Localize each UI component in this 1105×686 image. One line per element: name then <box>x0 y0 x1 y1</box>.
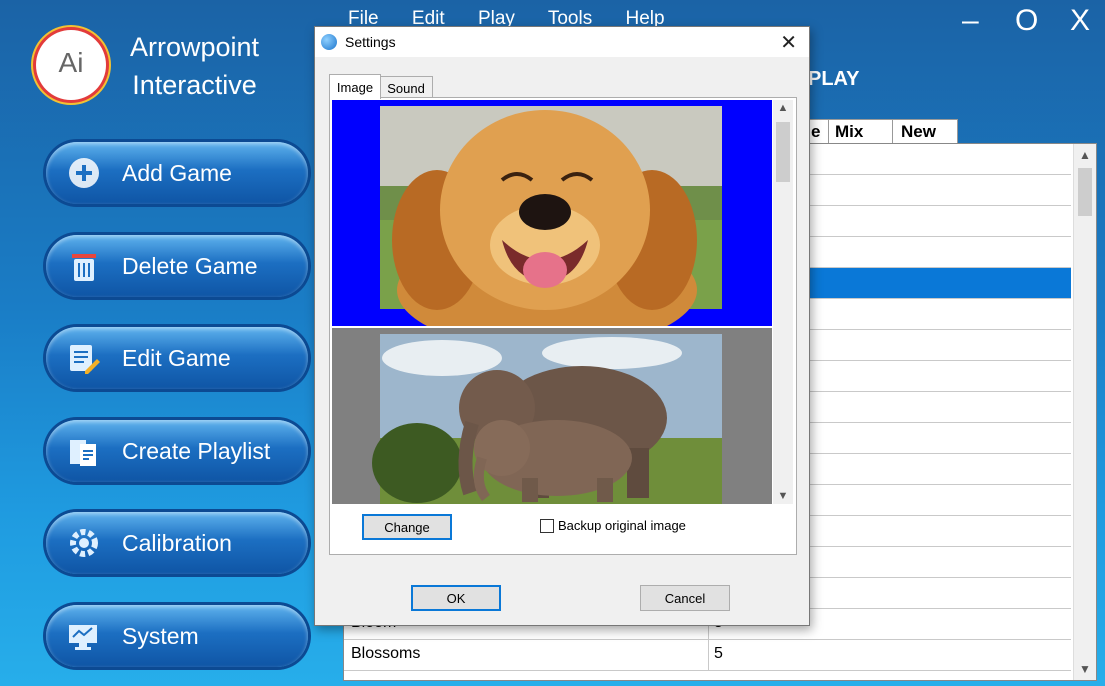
delete-game-button[interactable]: Delete Game <box>46 235 308 297</box>
calibration-label: Calibration <box>122 529 232 556</box>
tab-image[interactable]: Image <box>329 74 381 99</box>
playlist-icon <box>66 433 102 469</box>
cancel-button[interactable]: Cancel <box>640 585 730 611</box>
minimize-button[interactable]: – <box>962 4 979 38</box>
edit-icon <box>66 340 102 376</box>
row-name: Blossoms <box>351 645 421 662</box>
image-slot-2[interactable] <box>332 328 772 504</box>
create-playlist-button[interactable]: Create Playlist <box>46 420 308 482</box>
image-list-scrollbar[interactable]: ▲ ▼ <box>773 100 793 504</box>
scroll-thumb[interactable] <box>776 122 790 182</box>
calibration-icon <box>66 525 102 561</box>
dialog-titlebar: Settings ✕ <box>315 27 809 57</box>
list-scrollbar[interactable]: ▲ ▼ <box>1073 144 1096 680</box>
change-button[interactable]: Change <box>362 514 452 540</box>
ok-button[interactable]: OK <box>411 585 501 611</box>
create-playlist-label: Create Playlist <box>122 437 271 464</box>
elephants-image <box>372 334 722 504</box>
close-app-button[interactable]: X <box>1070 4 1090 38</box>
backup-label: Backup original image <box>558 518 686 533</box>
logo-text: Ai <box>58 47 84 78</box>
system-button[interactable]: System <box>46 605 308 667</box>
image-slot-1[interactable] <box>332 100 772 326</box>
brand-line2: Interactive <box>132 70 257 100</box>
tab-new[interactable]: New <box>892 119 958 144</box>
system-icon <box>66 618 102 654</box>
dialog-title: Settings <box>345 34 396 50</box>
add-game-button[interactable]: Add Game <box>46 142 308 204</box>
checkbox-box[interactable] <box>540 518 554 533</box>
plus-icon <box>66 155 102 191</box>
trash-icon <box>66 248 102 284</box>
scroll-up-icon[interactable]: ▲ <box>1074 148 1096 162</box>
app-window: Ai Arrowpoint Interactive Add Game Delet… <box>0 0 1105 686</box>
tab-mix[interactable]: Mix <box>828 119 894 144</box>
delete-game-label: Delete Game <box>122 252 258 279</box>
edit-game-button[interactable]: Edit Game <box>46 327 308 389</box>
edit-game-label: Edit Game <box>122 344 231 371</box>
add-game-label: Add Game <box>122 159 232 186</box>
backup-checkbox[interactable]: Backup original image <box>540 518 686 533</box>
dog-image <box>380 106 722 326</box>
scroll-down-icon[interactable]: ▼ <box>773 490 793 502</box>
table-row[interactable]: Blossoms 5 <box>344 640 1071 671</box>
scroll-thumb[interactable] <box>1078 168 1092 216</box>
settings-dialog: Settings ✕ Image Sound ▲ ▼ Change Backup… <box>314 26 810 626</box>
settings-app-icon <box>321 34 337 50</box>
scroll-up-icon[interactable]: ▲ <box>773 102 793 114</box>
tab-partial[interactable]: e <box>808 119 830 144</box>
row-value: 5 <box>714 645 723 662</box>
image-tab-panel: ▲ ▼ Change Backup original image <box>329 97 797 555</box>
brand-line1: Arrowpoint <box>130 32 260 62</box>
dialog-close-button[interactable]: ✕ <box>780 30 797 55</box>
system-label: System <box>122 622 199 649</box>
calibration-button[interactable]: Calibration <box>46 512 308 574</box>
now-playing-label: PLAY <box>808 68 860 90</box>
maximize-button[interactable]: O <box>1015 4 1038 38</box>
logo: Ai <box>36 30 106 100</box>
brand-name: Arrowpoint Interactive <box>130 28 259 104</box>
scroll-down-icon[interactable]: ▼ <box>1074 662 1096 676</box>
